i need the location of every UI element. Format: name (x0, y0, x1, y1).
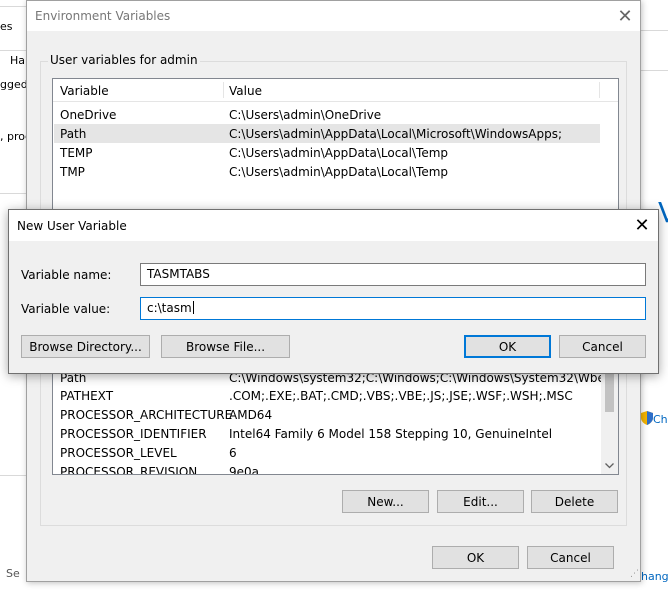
list-item[interactable]: TMP C:\Users\admin\AppData\Local\Temp (54, 162, 600, 181)
variable-name: OneDrive (60, 108, 117, 122)
variable-value: C:\Users\admin\OneDrive (229, 108, 382, 122)
variable-value: .COM;.EXE;.BAT;.CMD;.VBS;.VBE;.JS;.JSE;.… (229, 389, 573, 403)
browse-file-button[interactable]: Browse File... (161, 335, 290, 358)
bg-divider (641, 70, 668, 71)
variable-value-text: c:\tasm (147, 301, 192, 315)
variable-name-text: TASMTABS (147, 267, 210, 281)
system-variables-list[interactable]: Path C:\Windows\system32;C:\Windows;C:\W… (52, 361, 619, 475)
column-header-value[interactable]: Value (229, 84, 262, 98)
list-item[interactable]: PROCESSOR_IDENTIFIER Intel64 Family 6 Mo… (54, 424, 600, 443)
text-caret (192, 301, 194, 314)
variable-name-label: Variable name: (21, 268, 112, 282)
env-dialog-close-button[interactable]: ✕ (610, 1, 640, 31)
scroll-thumb[interactable] (605, 370, 614, 412)
new-ok-button[interactable]: OK (464, 335, 551, 358)
system-delete-button[interactable]: Delete (531, 490, 618, 513)
list-item[interactable]: Path C:\Users\admin\AppData\Local\Micros… (54, 124, 600, 143)
env-dialog-titlebar[interactable]: Environment Variables ✕ (27, 1, 640, 31)
variable-name: TMP (60, 165, 85, 179)
list-item[interactable]: OneDrive C:\Users\admin\OneDrive (54, 105, 600, 124)
bg-heading-fragment: V (658, 196, 668, 229)
system-new-button[interactable]: New... (342, 490, 429, 513)
env-dialog-title: Environment Variables (35, 9, 171, 23)
close-icon: ✕ (634, 215, 650, 236)
user-variables-group-label: User variables for admin (48, 53, 200, 67)
system-edit-button[interactable]: Edit... (437, 490, 524, 513)
variable-value: 6 (229, 446, 237, 460)
variable-name: PATHEXT (60, 389, 114, 403)
env-cancel-button[interactable]: Cancel (527, 546, 614, 569)
variable-value: 9e0a (229, 465, 260, 475)
variable-value: AMD64 (229, 408, 273, 422)
bg-text-fragment: Se (6, 567, 20, 580)
variable-name: PROCESSOR_IDENTIFIER (60, 427, 207, 441)
resize-grip-icon[interactable]: ⋰ (630, 569, 639, 579)
bg-divider (641, 30, 668, 31)
system-list-scrollbar[interactable] (601, 362, 618, 474)
variable-name: PROCESSOR_ARCHITECTURE (60, 408, 233, 422)
list-item[interactable]: PROCESSOR_LEVEL 6 (54, 443, 600, 462)
variable-value: C:\Users\admin\AppData\Local\Temp (229, 165, 449, 179)
variable-name: Path (60, 127, 87, 141)
variable-value: C:\Users\admin\AppData\Local\Microsoft\W… (229, 127, 562, 141)
variable-value: C:\Users\admin\AppData\Local\Temp (229, 146, 449, 160)
new-dialog-close-button[interactable]: ✕ (626, 210, 658, 241)
column-separator[interactable] (223, 82, 224, 98)
variable-value-input[interactable]: c:\tasm (140, 297, 646, 320)
bg-divider (0, 6, 26, 7)
column-header-variable[interactable]: Variable (60, 84, 109, 98)
new-dialog-titlebar[interactable]: New User Variable ✕ (9, 210, 658, 241)
bg-text-fragment: gged (0, 78, 28, 91)
list-item[interactable]: PROCESSOR_REVISION 9e0a (54, 462, 600, 475)
bg-link-fragment[interactable]: Che (653, 413, 668, 426)
scroll-down-icon[interactable] (601, 457, 618, 474)
user-list-header: Variable Value (53, 79, 618, 102)
variable-value-label: Variable value: (21, 302, 111, 316)
new-dialog-title: New User Variable (17, 219, 127, 233)
user-variables-list[interactable]: Variable Value OneDrive C:\Users\admin\O… (52, 78, 619, 210)
list-item[interactable]: PATHEXT .COM;.EXE;.BAT;.CMD;.VBS;.VBE;.J… (54, 386, 600, 405)
shield-icon (641, 411, 653, 428)
browse-directory-button[interactable]: Browse Directory... (21, 335, 150, 358)
bg-divider (0, 475, 26, 476)
env-ok-button[interactable]: OK (432, 546, 519, 569)
variable-name: TEMP (60, 146, 93, 160)
new-user-variable-dialog: New User Variable ✕ Variable name: TASMT… (8, 209, 659, 374)
variable-name: PROCESSOR_REVISION (60, 465, 198, 475)
list-item[interactable]: PROCESSOR_ARCHITECTURE AMD64 (54, 405, 600, 424)
variable-value: Intel64 Family 6 Model 158 Stepping 10, … (229, 427, 553, 441)
bg-divider (0, 50, 26, 51)
list-item[interactable]: TEMP C:\Users\admin\AppData\Local\Temp (54, 143, 600, 162)
variable-name-input[interactable]: TASMTABS (140, 263, 646, 286)
bg-text-fragment: es (0, 20, 13, 33)
bg-divider (0, 193, 26, 194)
close-icon: ✕ (617, 5, 633, 27)
new-cancel-button[interactable]: Cancel (559, 335, 646, 358)
variable-name: PROCESSOR_LEVEL (60, 446, 177, 460)
bg-link-fragment[interactable]: hang (641, 570, 668, 583)
column-separator[interactable] (599, 82, 600, 98)
